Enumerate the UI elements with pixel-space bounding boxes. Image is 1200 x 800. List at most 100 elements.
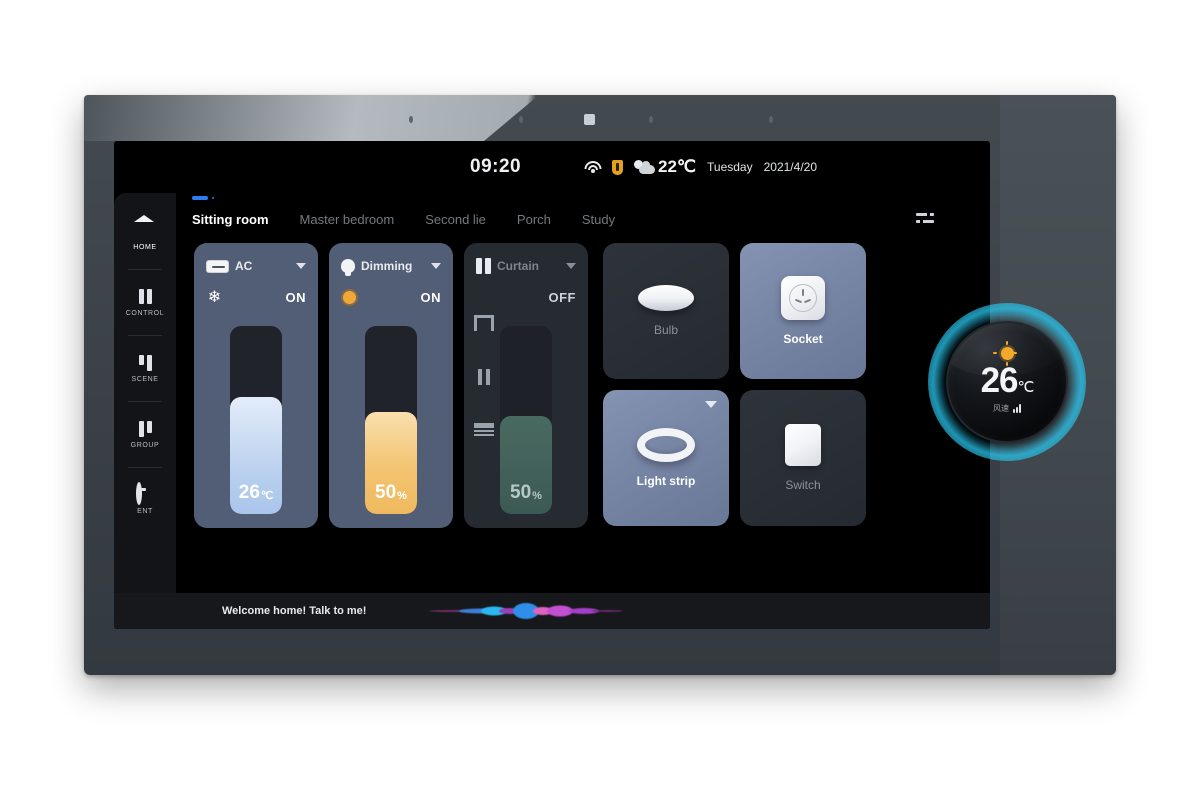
entertainment-icon: [136, 482, 154, 505]
curtain-controls[interactable]: [474, 315, 494, 438]
home-icon: [136, 221, 154, 239]
wifi-icon: [584, 160, 601, 174]
chevron-down-icon[interactable]: [705, 401, 717, 408]
alert-icon: [612, 159, 623, 175]
dimming-brightness-slider[interactable]: 50%: [365, 326, 417, 514]
tab-sitting-room[interactable]: Sitting room: [192, 195, 269, 227]
fan-speed-label: 风速: [993, 403, 1009, 413]
sidebar-item-control[interactable]: CONTROL: [114, 269, 176, 335]
chevron-down-icon[interactable]: [431, 263, 441, 269]
sensor-dot: [769, 116, 773, 123]
dimming-card-header: Dimming: [341, 256, 441, 276]
status-bar: 09:20 22℃ Tuesday 2021/4/20: [114, 141, 990, 193]
voice-assistant-bar[interactable]: Welcome home! Talk to me!: [114, 593, 990, 629]
tab-label: Study: [581, 211, 616, 227]
curtain-position-slider[interactable]: 50%: [500, 326, 552, 514]
dimming-card-status: ON: [341, 287, 441, 307]
dimming-unit: %: [397, 490, 407, 502]
curtain-close-icon[interactable]: [474, 423, 494, 438]
tile-label: Light strip: [636, 474, 696, 488]
chevron-down-icon[interactable]: [296, 263, 306, 269]
signal-bars-icon: [1013, 403, 1021, 413]
curtain-card[interactable]: Curtain OFF 50%: [464, 243, 588, 528]
curtain-card-header: Curtain: [476, 256, 576, 276]
sidebar-nav[interactable]: HOME CONTROL SCENE GROUP ENT: [114, 193, 176, 629]
light-ring-icon: [637, 428, 695, 462]
sidebar-item-label: CONTROL: [125, 310, 165, 317]
curtain-pause-icon[interactable]: [474, 369, 494, 385]
voice-assistant-text: Welcome home! Talk to me!: [222, 605, 367, 617]
ac-temperature-slider[interactable]: 26 ℃: [230, 326, 282, 514]
sidebar-item-group[interactable]: GROUP: [114, 401, 176, 467]
tab-study[interactable]: Study: [582, 212, 615, 227]
curtain-slider-fill: 50%: [500, 416, 552, 514]
air-conditioner-icon: [206, 259, 229, 273]
dimming-card[interactable]: Dimming ON 50%: [329, 243, 453, 528]
tab-master-bedroom[interactable]: Master bedroom: [300, 212, 395, 227]
curtain-value: 50: [510, 482, 532, 503]
tile-socket[interactable]: Socket: [740, 243, 866, 379]
room-tabs[interactable]: Sitting room Master bedroom Second lie P…: [192, 195, 952, 239]
sidebar-item-scene[interactable]: SCENE: [114, 335, 176, 401]
thermostat-temperature: 26℃: [980, 360, 1035, 400]
dimming-slider-fill: 50%: [365, 412, 417, 514]
bezel-gloss-reflection: [84, 95, 539, 141]
tab-porch[interactable]: Porch: [517, 212, 551, 227]
curtain-icon: [476, 258, 491, 274]
ac-power-state[interactable]: ON: [286, 290, 307, 305]
snowflake-icon[interactable]: ❄: [206, 289, 223, 306]
tile-label: Switch: [785, 478, 821, 492]
weather-indicator: 22℃: [634, 157, 696, 177]
curtain-power-state[interactable]: OFF: [549, 290, 577, 305]
date-label: 2021/4/20: [763, 160, 817, 174]
tab-label: Master bedroom: [299, 211, 395, 227]
dimming-value: 50: [375, 482, 397, 503]
dimming-power-state[interactable]: ON: [421, 290, 442, 305]
wall-switch-icon: [785, 424, 821, 466]
sidebar-item-label: ENT: [137, 508, 153, 515]
ac-card-header: AC: [206, 256, 306, 276]
sensor-dot: [649, 116, 653, 123]
tile-switch[interactable]: Switch: [740, 390, 866, 526]
device-cards-area: AC ❄ ON 26 ℃ Dimming ON 50 % Curtain OFF…: [194, 243, 984, 528]
knob-temp-unit: ℃: [1017, 378, 1035, 396]
curtain-open-icon[interactable]: [474, 315, 494, 331]
scene-icon: [136, 353, 154, 371]
touch-screen: 09:20 22℃ Tuesday 2021/4/20 HOME CONTROL…: [114, 141, 990, 629]
ac-unit: ℃: [260, 490, 274, 502]
tab-label: Porch: [516, 211, 551, 227]
sliders-icon: [136, 287, 154, 305]
tab-second-lie[interactable]: Second lie: [425, 212, 486, 227]
ac-slider-fill: 26 ℃: [230, 397, 282, 514]
sidebar-item-label: HOME: [133, 244, 157, 251]
tile-label: Bulb: [653, 323, 679, 337]
status-indicators: 22℃ Tuesday 2021/4/20: [584, 157, 817, 177]
active-tab-indicator: [192, 195, 214, 200]
tab-label: Sitting room: [192, 211, 269, 227]
sidebar-item-home[interactable]: HOME: [114, 203, 176, 269]
settings-sliders-icon[interactable]: [916, 211, 934, 225]
weekday-label: Tuesday: [707, 160, 753, 174]
thermostat-knob-face[interactable]: 26℃ 风速: [946, 321, 1068, 443]
dimming-card-title: Dimming: [361, 259, 413, 273]
sun-behind-cloud-icon: [634, 159, 655, 175]
tile-bulb[interactable]: Bulb: [603, 243, 729, 379]
curtain-unit: %: [532, 490, 542, 502]
power-socket-icon: [781, 276, 825, 320]
knob-temp-value: 26: [980, 360, 1019, 400]
sun-icon: [992, 340, 1017, 366]
ac-card-status: ❄ ON: [206, 287, 306, 307]
tab-label: Second lie: [425, 211, 486, 227]
sidebar-item-label: GROUP: [130, 442, 160, 449]
bulb-icon: [341, 259, 355, 276]
camera-sensor: [584, 114, 595, 125]
chevron-down-icon[interactable]: [566, 263, 576, 269]
ceiling-light-icon: [638, 285, 694, 311]
thermostat-knob[interactable]: 26℃ 风速: [928, 303, 1086, 461]
curtain-card-title: Curtain: [497, 259, 539, 273]
sidebar-item-ent[interactable]: ENT: [114, 467, 176, 533]
group-icon: [136, 419, 154, 437]
ac-card[interactable]: AC ❄ ON 26 ℃: [194, 243, 318, 528]
tile-light-strip[interactable]: Light strip: [603, 390, 729, 526]
brightness-circle-icon[interactable]: [341, 288, 358, 306]
